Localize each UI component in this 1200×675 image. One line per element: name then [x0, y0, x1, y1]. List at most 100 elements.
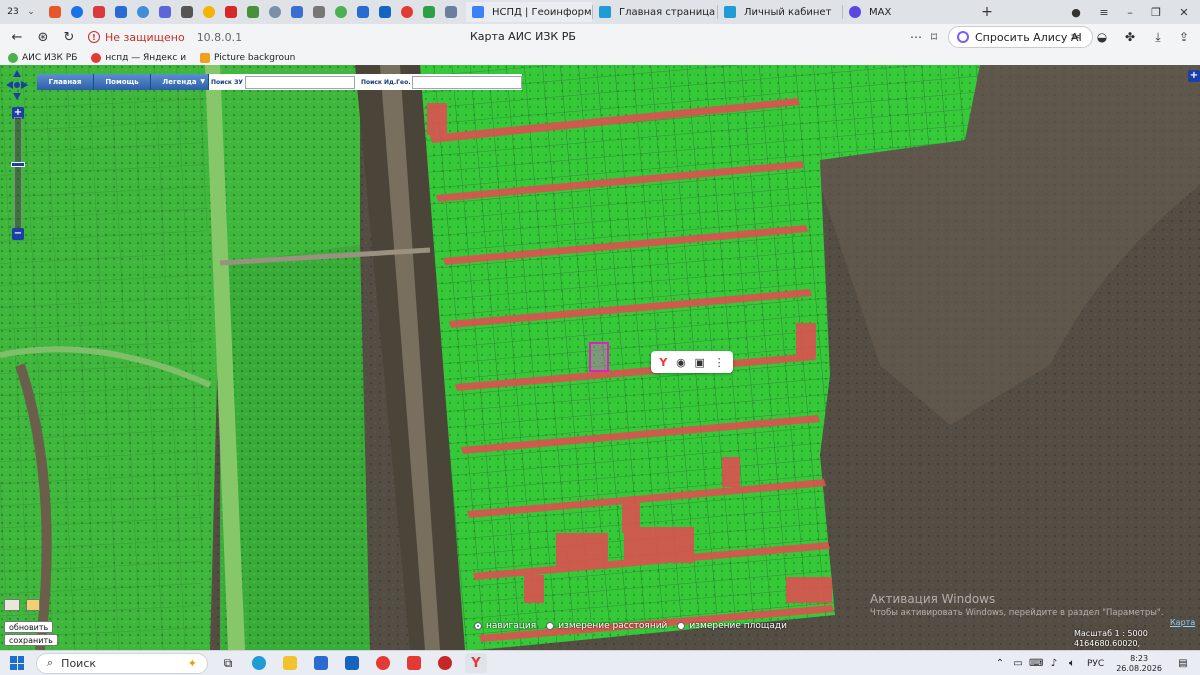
map-canvas[interactable]: +	[0, 65, 1200, 650]
yandex-browser-icon[interactable]	[403, 653, 425, 673]
pinned-tab-icon[interactable]	[331, 2, 351, 22]
layers-plus-icon[interactable]: +	[1188, 70, 1200, 82]
red-parcel[interactable]	[786, 577, 832, 603]
opera-icon[interactable]	[372, 653, 394, 673]
notifications-icon[interactable]: ▤	[1176, 658, 1190, 669]
edge-icon[interactable]	[248, 653, 270, 673]
menu-icon[interactable]: ≡	[1090, 0, 1118, 24]
pinned-tab-icon[interactable]	[265, 2, 285, 22]
refresh-button[interactable]: обновить	[4, 621, 54, 633]
pinned-tab-icon[interactable]	[353, 2, 373, 22]
protect-shield-icon[interactable]: ⊛	[30, 26, 56, 48]
zoom-out-icon[interactable]: −	[12, 228, 24, 240]
red-parcel[interactable]	[624, 527, 694, 563]
tools-icon[interactable]: ✂	[1066, 27, 1086, 47]
save-button[interactable]: сохранить	[4, 634, 58, 646]
profile-avatar-icon[interactable]: ●	[1062, 0, 1090, 24]
home-button[interactable]: Главная	[37, 74, 94, 90]
reload-icon[interactable]: ↻	[56, 26, 82, 48]
pinned-tab-icon[interactable]	[441, 2, 461, 22]
map-link[interactable]: Карта	[1170, 618, 1195, 627]
help-button[interactable]: Помощь	[94, 74, 151, 90]
satellite-map-layer[interactable]	[0, 65, 1200, 650]
url-text[interactable]: 10.8.0.1	[197, 31, 242, 44]
bookmark-ais-izk[interactable]: АИС ИЗК РБ	[8, 52, 77, 63]
language-indicator[interactable]: РУС	[1087, 659, 1104, 669]
bookmark-picture-background[interactable]: Picture backgroun	[200, 52, 295, 63]
store-icon[interactable]	[310, 653, 332, 673]
pinned-tab-icon[interactable]	[243, 2, 263, 22]
pinned-tab-icon[interactable]	[89, 2, 109, 22]
pinned-tab-icon[interactable]	[375, 2, 395, 22]
more-dots-icon[interactable]: ⋯	[906, 27, 926, 47]
zoom-slider[interactable]	[14, 117, 22, 232]
mode-navigation-radio[interactable]	[474, 622, 482, 630]
red-parcel[interactable]	[524, 575, 544, 603]
not-secure-indicator[interactable]: ! Не защищено	[88, 31, 185, 44]
pinned-tab-icon[interactable]	[155, 2, 175, 22]
tab-max[interactable]: MAX	[843, 2, 967, 22]
tab-nspd[interactable]: НСПД | Геоинформацион	[466, 2, 592, 22]
search-geo-input[interactable]	[412, 75, 523, 89]
mode-area-radio[interactable]	[677, 622, 686, 630]
red-parcel[interactable]	[427, 103, 447, 135]
incognito-icon[interactable]: ◒	[1092, 27, 1112, 47]
more-vertical-icon[interactable]: ⋮	[714, 356, 725, 369]
pinned-tab-icon[interactable]	[45, 2, 65, 22]
pinned-tab-icon[interactable]	[397, 2, 417, 22]
restore-icon[interactable]: ❐	[1142, 0, 1170, 24]
search-highlight-icon: ✦	[187, 656, 197, 670]
minimize-icon[interactable]: –	[1116, 0, 1144, 24]
pinned-tabs	[44, 2, 462, 22]
network-icon[interactable]: ⌨	[1029, 658, 1043, 669]
back-arrow-icon[interactable]: ←	[4, 26, 30, 48]
volume-icon[interactable]: ♪	[1047, 658, 1061, 669]
mode-distance-radio[interactable]	[546, 622, 555, 630]
sound-icon[interactable]: 🔈︎	[1065, 658, 1079, 669]
pinned-tab-icon[interactable]	[221, 2, 241, 22]
pinned-tab-icon[interactable]	[419, 2, 439, 22]
tab-main-page[interactable]: Главная страница	[593, 2, 717, 22]
bookmark-icon[interactable]: ⌑	[924, 27, 944, 47]
yandex-icon[interactable]: Y	[465, 653, 487, 673]
red-parcel[interactable]	[722, 457, 740, 487]
pinned-tab-favicon-icon	[115, 6, 127, 18]
pinned-tab-icon[interactable]	[199, 2, 219, 22]
file-explorer-icon[interactable]	[279, 653, 301, 673]
zoom-slider-handle[interactable]	[11, 162, 25, 167]
tab-list-chevron-icon[interactable]: ⌄	[24, 7, 38, 17]
pinned-tab-icon[interactable]	[67, 2, 87, 22]
pinned-tab-icon[interactable]	[111, 2, 131, 22]
downloads-icon[interactable]: ⤓	[1148, 27, 1168, 47]
display-icon[interactable]: ▭	[1011, 658, 1025, 669]
task-view-icon[interactable]: ⧉	[217, 653, 239, 673]
pinned-tab-icon[interactable]	[287, 2, 307, 22]
search-parcel-input[interactable]	[244, 75, 355, 89]
app-icon[interactable]	[434, 653, 456, 673]
red-parcel[interactable]	[556, 533, 608, 569]
red-parcel[interactable]	[796, 323, 816, 357]
camera-icon[interactable]: ▣	[694, 356, 704, 369]
tab-count-badge[interactable]: 23	[2, 3, 24, 21]
windows-start-icon[interactable]	[10, 656, 24, 670]
eye-icon[interactable]: ◉	[676, 356, 686, 369]
pan-arrows-icon[interactable]	[6, 70, 28, 100]
clock[interactable]: 8:23 26.08.2026	[1116, 654, 1162, 672]
close-icon[interactable]: ✕	[1170, 0, 1198, 24]
pinned-tab-icon[interactable]	[309, 2, 329, 22]
outlook-icon[interactable]	[341, 653, 363, 673]
selected-parcel[interactable]	[589, 342, 609, 372]
taskbar-search[interactable]: ⌕ Поиск ✦	[36, 652, 208, 674]
share-icon[interactable]: ⇪	[1174, 27, 1194, 47]
extensions-icon[interactable]: ✤	[1120, 27, 1140, 47]
pinned-tab-icon[interactable]	[133, 2, 153, 22]
legend-button[interactable]: Легенда ▼	[151, 74, 209, 90]
chevron-up-icon[interactable]: ⌃	[993, 658, 1007, 669]
pinned-tab-icon[interactable]	[177, 2, 197, 22]
map-tool-icon[interactable]	[4, 599, 20, 611]
map-tool-icon[interactable]	[26, 599, 40, 611]
bookmark-nspd-yandex[interactable]: нспд — Яндекс и	[91, 52, 186, 63]
yandex-search-icon[interactable]: Y	[659, 356, 667, 369]
new-tab-plus-icon[interactable]: +	[977, 2, 997, 22]
tab-personal-cabinet[interactable]: Личный кабинет	[718, 2, 842, 22]
